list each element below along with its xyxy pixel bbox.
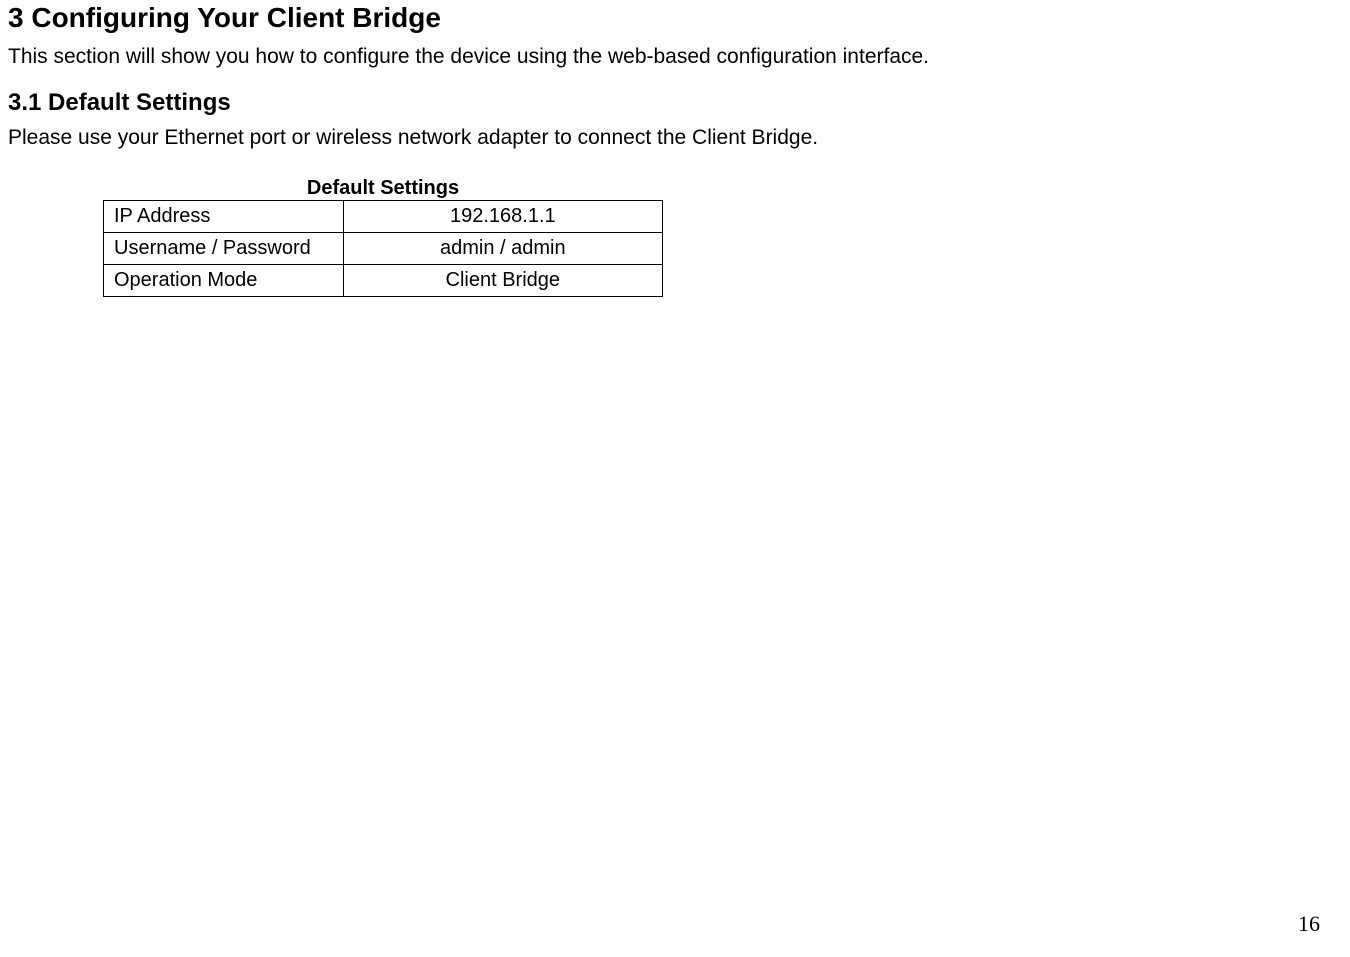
page-number: 16 bbox=[1298, 911, 1320, 937]
table-cell-value: admin / admin bbox=[343, 232, 662, 264]
table-cell-label: IP Address bbox=[104, 200, 344, 232]
section-intro: This section will show you how to config… bbox=[8, 42, 1342, 71]
default-settings-table-wrapper: Default Settings IP Address 192.168.1.1 … bbox=[103, 177, 1342, 297]
default-settings-table: IP Address 192.168.1.1 Username / Passwo… bbox=[103, 200, 663, 297]
subsection-intro: Please use your Ethernet port or wireles… bbox=[8, 123, 1342, 152]
table-row: Operation Mode Client Bridge bbox=[104, 264, 663, 296]
table-caption: Default Settings bbox=[103, 177, 663, 200]
subsection-heading: 3.1 Default Settings bbox=[8, 89, 1342, 117]
table-cell-value: 192.168.1.1 bbox=[343, 200, 662, 232]
table-cell-label: Username / Password bbox=[104, 232, 344, 264]
table-cell-value: Client Bridge bbox=[343, 264, 662, 296]
table-row: Username / Password admin / admin bbox=[104, 232, 663, 264]
table-cell-label: Operation Mode bbox=[104, 264, 344, 296]
table-row: IP Address 192.168.1.1 bbox=[104, 200, 663, 232]
section-heading: 3 Configuring Your Client Bridge bbox=[8, 2, 1342, 34]
